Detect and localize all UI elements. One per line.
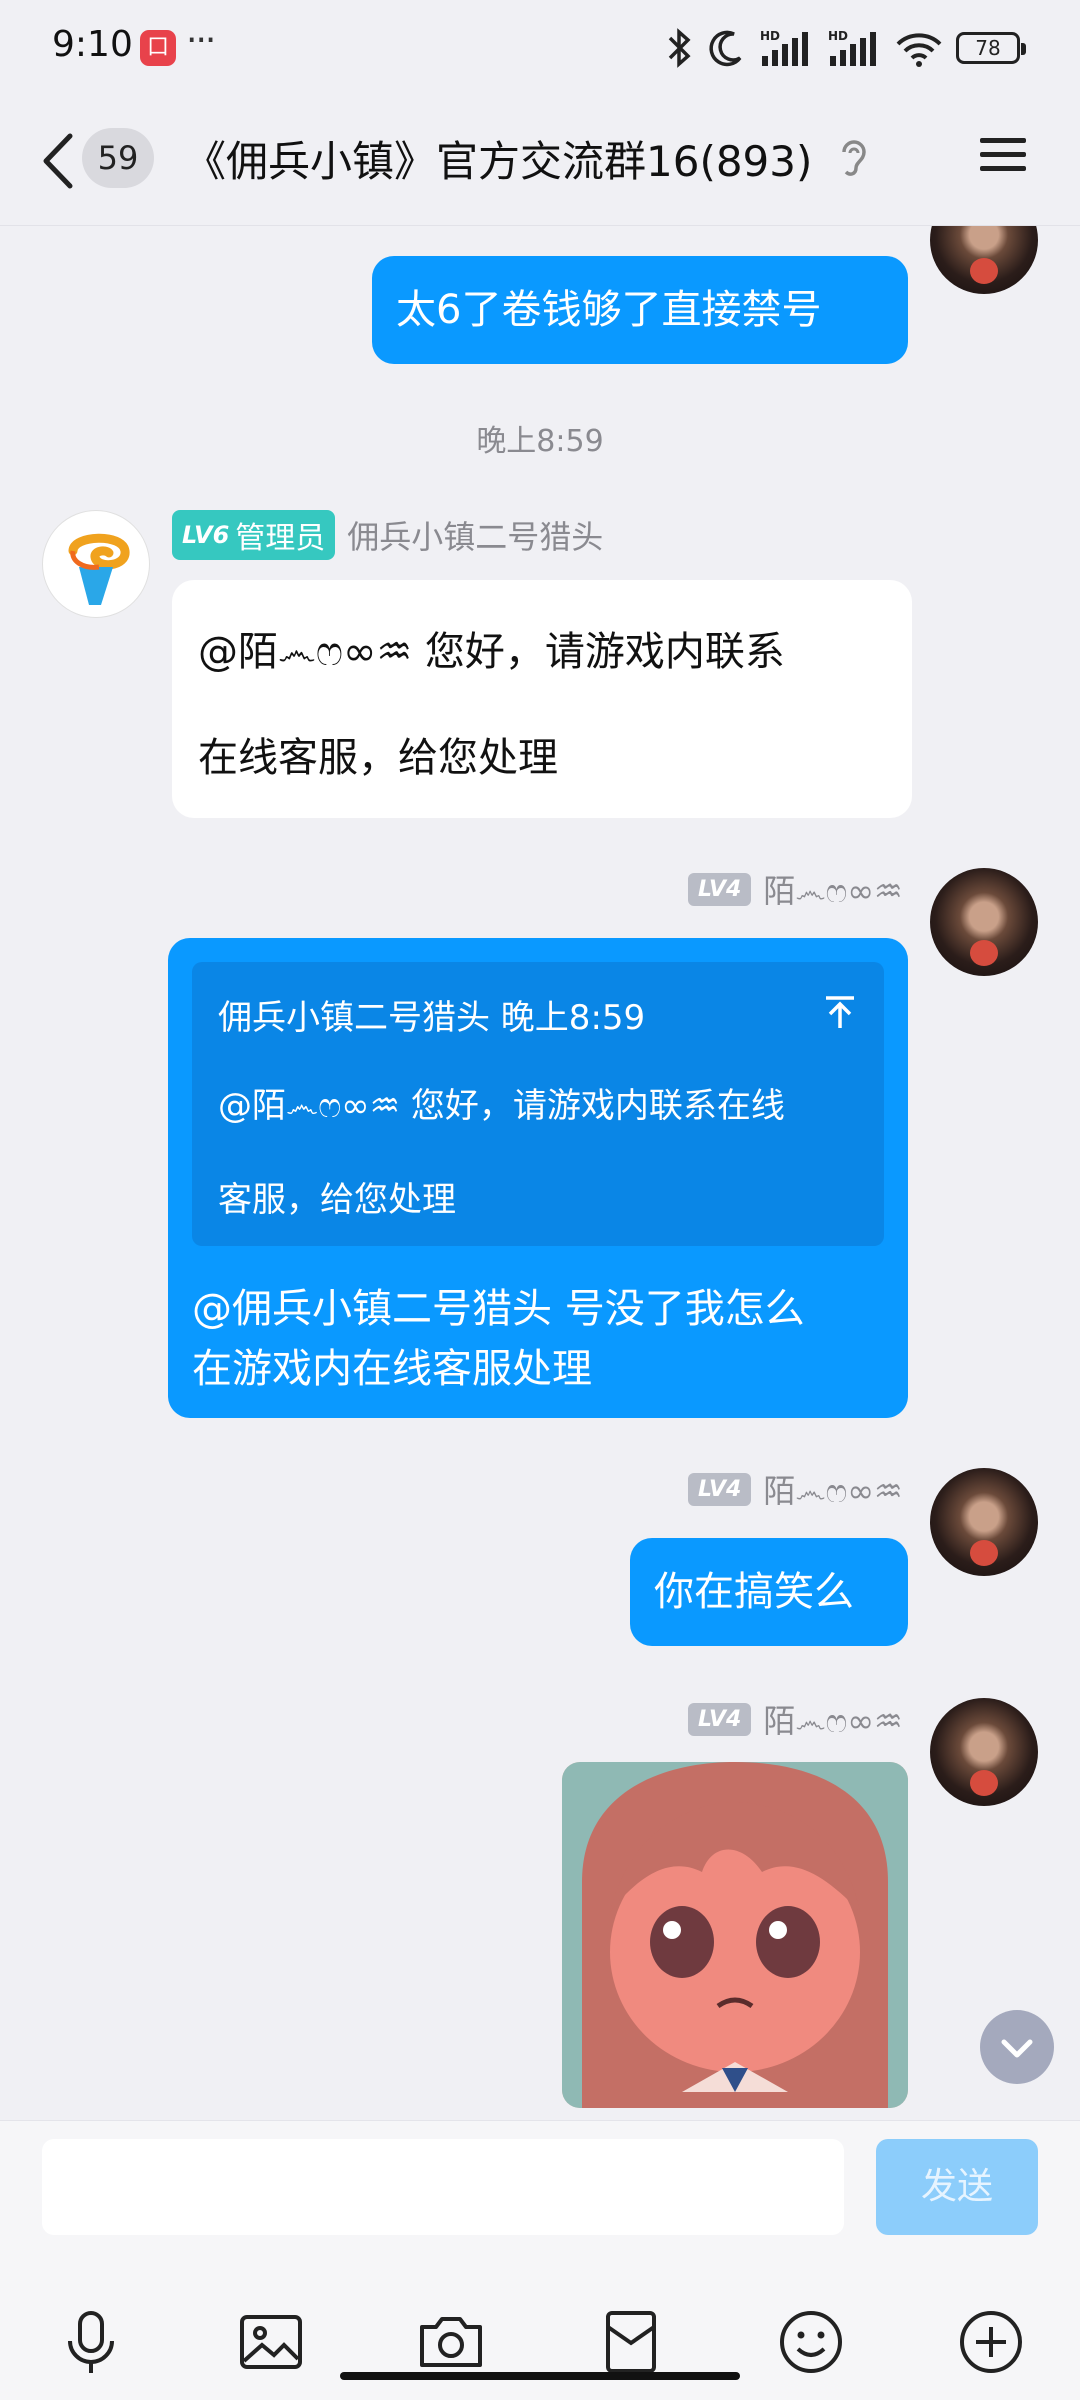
quote-text-line: 客服，给您处理 xyxy=(218,1180,456,1220)
sender-row: LV4 陌෴ෆ∞♒ xyxy=(688,1696,903,1742)
send-button[interactable]: 发送 xyxy=(876,2139,1038,2235)
user-avatar[interactable] xyxy=(930,868,1038,976)
ear-icon xyxy=(842,140,866,176)
moon-icon xyxy=(709,30,742,67)
admin-avatar[interactable] xyxy=(42,510,150,618)
outgoing-message-bubble[interactable]: 太6了卷钱够了直接禁号 xyxy=(372,256,908,364)
incoming-message-bubble[interactable]: @陌෴ෆ∞♒ 您好，请游戏内联系 在线客服，给您处理 xyxy=(172,580,912,818)
outgoing-message-bubble[interactable]: 你在搞笑么 xyxy=(630,1538,908,1646)
signal-hd-1-icon: HD xyxy=(760,29,808,66)
sender-row: LV4 陌෴ෆ∞♒ xyxy=(688,866,903,912)
status-bar: 9:10 口 ··· HD HD 78 xyxy=(0,0,1080,96)
anime-girl-sticker xyxy=(562,1762,908,2108)
group-title[interactable]: 《佣兵小镇》官方交流群16(893) xyxy=(184,128,812,189)
back-arrow-icon[interactable] xyxy=(36,126,80,196)
svg-text:HD: HD xyxy=(760,29,780,43)
level-badge: LV4 xyxy=(688,1702,752,1736)
message-text-line: 在线客服，给您处理 xyxy=(198,735,558,781)
battery-indicator: 78 xyxy=(956,32,1026,64)
admin-level-badge: LV6 管理员 xyxy=(172,510,336,560)
message-text: 太6了卷钱够了直接禁号 xyxy=(396,287,822,333)
chat-header: 59 《佣兵小镇》官方交流群16(893) xyxy=(0,96,1080,226)
more-notifications-icon: ··· xyxy=(186,20,216,61)
user-avatar[interactable] xyxy=(930,1468,1038,1576)
message-text-line: @陌෴ෆ∞♒ 您好，请游戏内联系 xyxy=(198,629,785,675)
sender-row: LV6 管理员 佣兵小镇二号猎头 xyxy=(172,510,603,560)
user-avatar[interactable] xyxy=(930,1698,1038,1806)
sender-row: LV4 陌෴ෆ∞♒ xyxy=(688,1466,903,1512)
message-text: 你在搞笑么 xyxy=(654,1569,854,1615)
input-bar: 发送 xyxy=(0,2120,1080,2400)
game-logo-icon xyxy=(68,533,130,605)
scroll-to-bottom-button[interactable] xyxy=(980,2010,1054,2084)
level-label: LV6 xyxy=(182,521,230,549)
status-icons: HD HD 78 xyxy=(662,26,1026,70)
level-badge: LV4 xyxy=(688,1472,752,1506)
plus-icon[interactable] xyxy=(956,2307,1026,2377)
level-badge: LV4 xyxy=(688,872,752,906)
sender-name[interactable]: 陌෴ෆ∞♒ xyxy=(763,1696,902,1742)
signal-hd-2-icon: HD xyxy=(828,29,876,66)
quote-text-line: @陌෴ෆ∞♒ 您好，请游戏内联系在线 xyxy=(218,1086,785,1126)
message-text-line: 在游戏内在线客服处理 xyxy=(192,1346,592,1392)
status-time: 9:10 xyxy=(52,24,133,65)
menu-icon[interactable] xyxy=(980,132,1030,182)
red-packet-icon[interactable] xyxy=(596,2307,666,2377)
microphone-icon[interactable] xyxy=(56,2307,126,2377)
role-label: 管理员 xyxy=(235,521,326,556)
app-notification-icon: 口 xyxy=(140,30,176,66)
camera-icon[interactable] xyxy=(416,2307,486,2377)
svg-text:HD: HD xyxy=(828,29,848,43)
sender-name[interactable]: 陌෴ෆ∞♒ xyxy=(763,866,902,912)
chevron-down-icon xyxy=(1001,2039,1033,2058)
jump-to-original-icon[interactable] xyxy=(820,992,860,1032)
image-icon[interactable] xyxy=(236,2307,306,2377)
message-list[interactable]: 太6了卷钱够了直接禁号 晚上8:59 LV6 管理员 佣兵小镇二号猎头 @陌෴ෆ… xyxy=(0,226,1080,2120)
sender-name[interactable]: 佣兵小镇二号猎头 xyxy=(347,512,603,558)
quoted-message[interactable]: 佣兵小镇二号猎头 晚上8:59 @陌෴ෆ∞♒ 您好，请游戏内联系在线 客服，给您… xyxy=(192,962,884,1246)
unread-count-badge[interactable]: 59 xyxy=(82,128,154,188)
home-indicator[interactable] xyxy=(340,2372,740,2380)
message-text-line: @佣兵小镇二号猎头 号没了我怎么 xyxy=(192,1286,805,1332)
outgoing-reply-bubble[interactable]: 佣兵小镇二号猎头 晚上8:59 @陌෴ෆ∞♒ 您好，请游戏内联系在线 客服，给您… xyxy=(168,938,908,1418)
quote-header: 佣兵小镇二号猎头 晚上8:59 xyxy=(218,998,646,1038)
message-input[interactable] xyxy=(42,2139,844,2235)
sticker-image[interactable] xyxy=(562,1762,908,2108)
wifi-icon xyxy=(896,33,942,67)
sender-name[interactable]: 陌෴ෆ∞♒ xyxy=(763,1466,902,1512)
emoji-icon[interactable] xyxy=(776,2307,846,2377)
bluetooth-icon xyxy=(668,28,691,68)
time-divider: 晚上8:59 xyxy=(476,424,604,459)
user-avatar[interactable] xyxy=(930,226,1038,294)
